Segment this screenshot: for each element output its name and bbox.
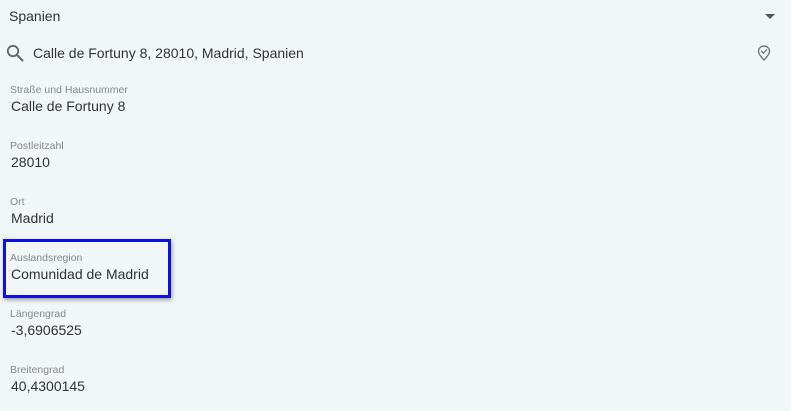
latitude-label: Breitengrad	[10, 364, 65, 376]
longitude-field[interactable]: Längengrad -3,6906525	[0, 308, 400, 348]
street-field[interactable]: Straße und Hausnummer Calle de Fortuny 8	[0, 84, 400, 124]
latitude-field[interactable]: Breitengrad 40,4300145	[0, 364, 400, 404]
street-value[interactable]: Calle de Fortuny 8	[11, 98, 125, 114]
longitude-label: Längengrad	[10, 308, 67, 320]
city-value[interactable]: Madrid	[11, 210, 54, 226]
region-value[interactable]: Comunidad de Madrid	[11, 266, 149, 282]
postal-code-value[interactable]: 28010	[11, 154, 50, 170]
city-field[interactable]: Ort Madrid	[0, 196, 400, 236]
chevron-down-icon[interactable]	[765, 14, 775, 19]
region-label: Auslandsregion	[10, 252, 83, 264]
search-icon[interactable]	[6, 44, 24, 62]
region-field[interactable]: Auslandsregion Comunidad de Madrid	[0, 252, 400, 292]
location-check-icon[interactable]	[757, 45, 771, 61]
street-label: Straße und Hausnummer	[10, 84, 128, 96]
longitude-value[interactable]: -3,6906525	[11, 322, 82, 338]
address-search-field[interactable]: Calle de Fortuny 8, 28010, Madrid, Spani…	[0, 38, 791, 68]
postal-code-field[interactable]: Postleitzahl 28010	[0, 140, 400, 180]
country-select[interactable]: Spanien	[0, 0, 791, 34]
city-label: Ort	[10, 196, 25, 208]
address-search-input[interactable]: Calle de Fortuny 8, 28010, Madrid, Spani…	[33, 45, 304, 61]
postal-code-label: Postleitzahl	[10, 140, 64, 152]
latitude-value[interactable]: 40,4300145	[11, 378, 85, 394]
country-select-value: Spanien	[9, 8, 61, 24]
